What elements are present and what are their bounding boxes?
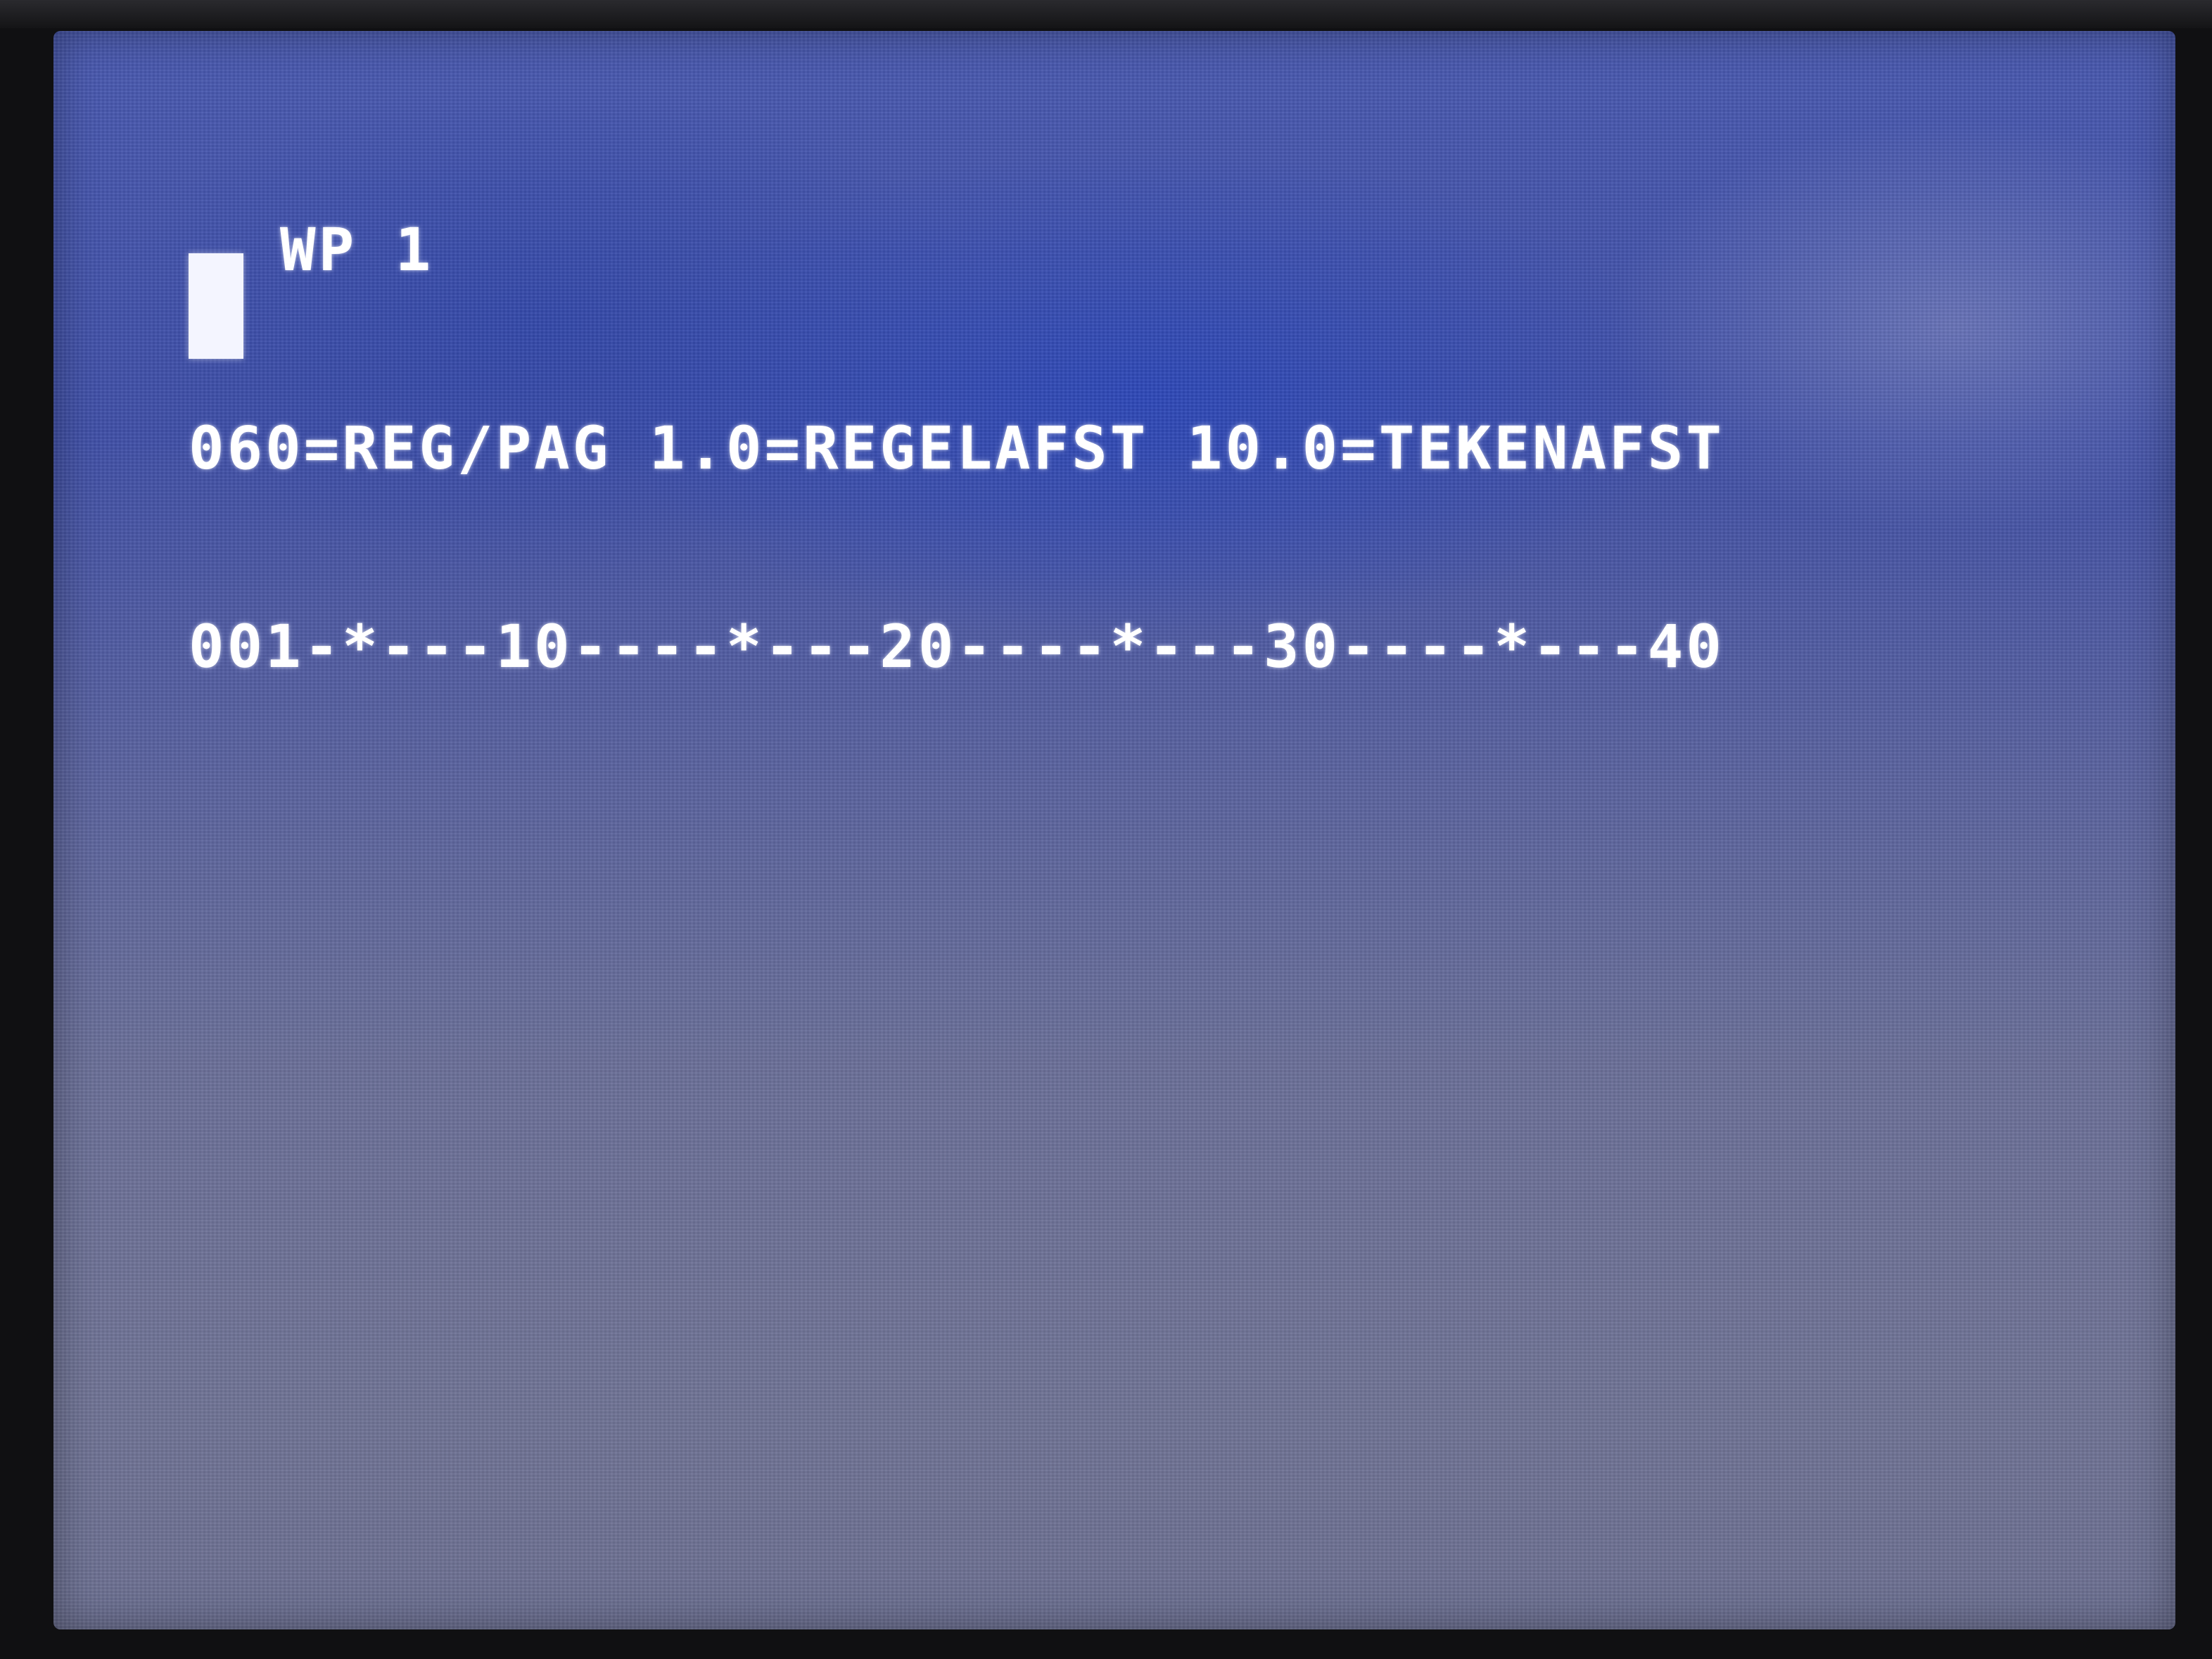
program-title: WP 1 [280,215,434,284]
status-line: 060=REG/PAG 1.0=REGELAFST 10.0=TEKENAFST [189,414,1724,483]
column-ruler: 001-*---10----*---20----*---30----*---40 [189,612,1724,681]
terminal-text-area: WP 1 060=REG/PAG 1.0=REGELAFST 10.0=TEKE… [189,84,1724,812]
monitor-bezel [0,0,2212,28]
text-cursor[interactable] [189,253,243,359]
crt-monitor: WP 1 060=REG/PAG 1.0=REGELAFST 10.0=TEKE… [0,0,2212,1659]
